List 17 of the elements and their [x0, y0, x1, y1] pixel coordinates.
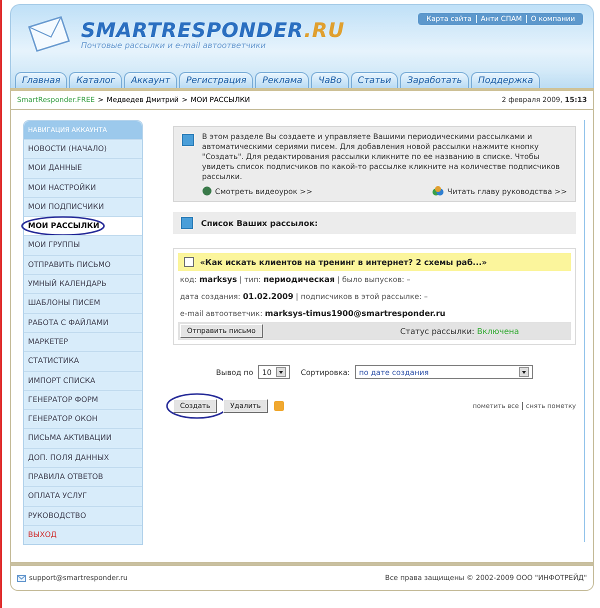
logo-text[interactable]: SMARTRESPONDER.RU: [81, 19, 345, 41]
nav-tab[interactable]: Регистрация: [179, 72, 254, 88]
nav-tab[interactable]: Главная: [15, 72, 68, 88]
mailing-status: Статус рассылки: Включена: [400, 326, 519, 336]
nav-tab[interactable]: Статьи: [350, 72, 398, 88]
nav-tab[interactable]: Каталог: [69, 72, 122, 88]
checkbox[interactable]: [184, 257, 194, 267]
envelope-icon: [25, 13, 73, 53]
nav-tab[interactable]: Аккаунт: [124, 72, 178, 88]
tagline: Почтовые рассылки и e-mail автоответчики: [81, 41, 267, 50]
nav-tab[interactable]: Заработать: [400, 72, 470, 88]
nav-tab[interactable]: Реклама: [255, 72, 310, 88]
section-title: Список Ваших рассылок:: [201, 218, 318, 228]
mailing-title-link[interactable]: «Как искать клиентов на тренинг в интернет? 2 схемы раб...»: [200, 258, 487, 266]
nav-tab[interactable]: ЧаВо: [311, 72, 349, 88]
mail-icon: [17, 574, 26, 582]
nav-tab[interactable]: Поддержка: [471, 72, 540, 88]
